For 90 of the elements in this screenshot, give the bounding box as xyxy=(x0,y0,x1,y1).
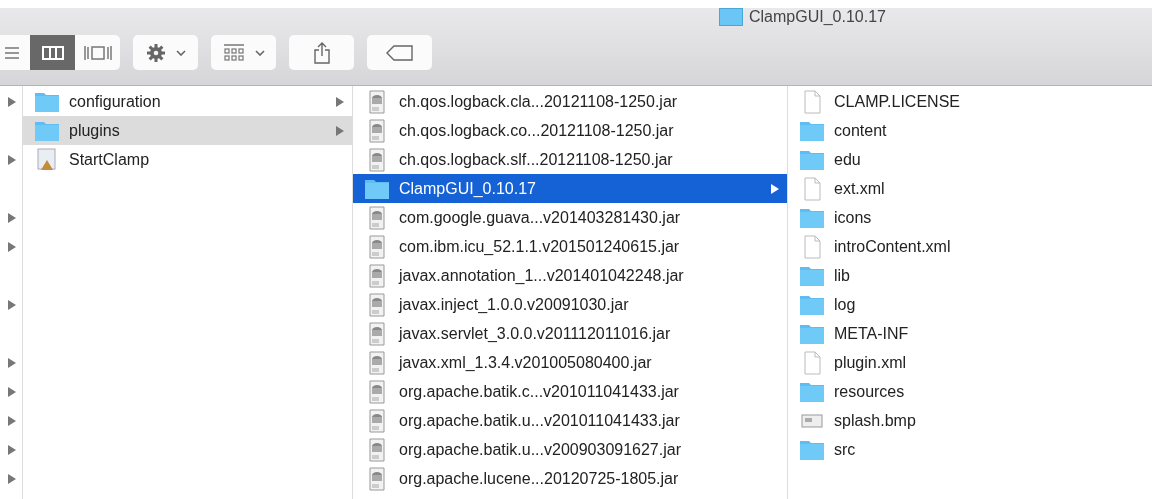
file-name: lib xyxy=(834,266,851,285)
file-row[interactable]: resources xyxy=(788,377,1152,406)
file-row[interactable]: ch.qos.logback.slf...20121108-1250.jar xyxy=(353,145,787,174)
disclosure-arrow-icon[interactable] xyxy=(8,415,16,426)
file-name: CLAMP.LICENSE xyxy=(834,92,961,111)
file-row[interactable]: plugins xyxy=(23,116,352,145)
window-title: ClampGUI_0.10.17 xyxy=(749,8,886,26)
file-row[interactable]: content xyxy=(788,116,1152,145)
file-row[interactable]: javax.annotation_1...v201401042248.jar xyxy=(353,261,787,290)
file-name: com.google.guava...v201403281430.jar xyxy=(399,208,682,227)
file-row[interactable]: org.apache.batik.c...v201011041433.jar xyxy=(353,377,787,406)
disclosure-arrow-icon[interactable] xyxy=(8,444,16,455)
file-row[interactable]: javax.xml_1.3.4.v201005080400.jar xyxy=(353,348,787,377)
file-row[interactable]: CLAMP.LICENSE xyxy=(788,87,1152,116)
file-name: ch.qos.logback.co...20121108-1250.jar xyxy=(399,121,675,140)
file-name: StartClamp xyxy=(69,150,151,169)
tag-icon xyxy=(385,44,414,61)
file-row[interactable]: plugin.xml xyxy=(788,348,1152,377)
disclosure-arrow-icon[interactable] xyxy=(8,212,16,223)
disclosure-arrow-icon[interactable] xyxy=(8,357,16,368)
file-name: plugins xyxy=(69,121,121,140)
file-name: ch.qos.logback.cla...20121108-1250.jar xyxy=(399,92,679,111)
file-name: javax.xml_1.3.4.v201005080400.jar xyxy=(399,353,653,372)
file-row[interactable]: META-INF xyxy=(788,319,1152,348)
file-name: org.apache.lucene...20120725-1805.jar xyxy=(399,469,680,488)
action-button[interactable] xyxy=(133,35,198,70)
file-row[interactable]: ext.xml xyxy=(788,174,1152,203)
file-row[interactable]: com.google.guava...v201403281430.jar xyxy=(353,203,787,232)
arrange-button[interactable] xyxy=(211,35,276,70)
disclosure-arrow-icon[interactable] xyxy=(8,241,16,252)
gear-icon xyxy=(145,42,166,63)
column-view-button[interactable] xyxy=(30,35,75,70)
disclosure-arrow-icon[interactable] xyxy=(8,473,16,484)
file-name: org.apache.batik.u...v201011041433.jar xyxy=(399,411,681,430)
file-name: META-INF xyxy=(834,324,910,343)
file-name: resources xyxy=(834,382,906,401)
file-row[interactable]: StartClamp xyxy=(23,145,352,174)
file-row[interactable]: ClampGUI_0.10.17 xyxy=(353,174,787,203)
tag-button[interactable] xyxy=(367,35,432,70)
file-name: com.ibm.icu_52.1.1.v201501240615.jar xyxy=(399,237,681,256)
file-name: javax.servlet_3.0.0.v201112011016.jar xyxy=(399,324,672,343)
file-row[interactable]: configuration xyxy=(23,87,352,116)
file-row[interactable]: com.ibm.icu_52.1.1.v201501240615.jar xyxy=(353,232,787,261)
file-name: content xyxy=(834,121,888,140)
file-name: ch.qos.logback.slf...20121108-1250.jar xyxy=(399,150,674,169)
file-name: log xyxy=(834,295,857,314)
disclosure-arrow-icon[interactable] xyxy=(8,299,16,310)
cover-flow-icon xyxy=(83,44,112,61)
file-row[interactable]: lib xyxy=(788,261,1152,290)
file-name: icons xyxy=(834,208,873,227)
disclosure-arrow-icon xyxy=(336,96,344,107)
file-name: javax.annotation_1...v201401042248.jar xyxy=(399,266,685,285)
file-row[interactable]: splash.bmp xyxy=(788,406,1152,435)
grid-icon xyxy=(222,42,245,63)
file-row[interactable]: edu xyxy=(788,145,1152,174)
file-name: introContent.xml xyxy=(834,237,952,256)
disclosure-arrow-icon[interactable] xyxy=(8,154,16,165)
file-row[interactable]: ch.qos.logback.cla...20121108-1250.jar xyxy=(353,87,787,116)
file-row[interactable]: introContent.xml xyxy=(788,232,1152,261)
folder-icon xyxy=(719,8,743,26)
file-row[interactable]: org.apache.lucene...20120725-1805.jar xyxy=(353,464,787,493)
list-icon xyxy=(5,45,19,60)
file-row[interactable]: javax.inject_1.0.0.v20091030.jar xyxy=(353,290,787,319)
file-name: org.apache.batik.u...v200903091627.jar xyxy=(399,440,682,459)
file-name: ClampGUI_0.10.17 xyxy=(399,179,537,198)
file-row[interactable]: javax.servlet_3.0.0.v201112011016.jar xyxy=(353,319,787,348)
share-icon xyxy=(313,41,330,64)
application-icon xyxy=(35,147,59,172)
file-row[interactable]: log xyxy=(788,290,1152,319)
file-name: src xyxy=(834,440,857,459)
file-row[interactable]: icons xyxy=(788,203,1152,232)
disclosure-arrow-icon[interactable] xyxy=(8,386,16,397)
columns-icon xyxy=(41,45,64,60)
disclosure-arrow-icon xyxy=(336,125,344,136)
caret-icon xyxy=(175,49,186,56)
file-row[interactable]: src xyxy=(788,435,1152,464)
file-name: org.apache.batik.c...v201011041433.jar xyxy=(399,382,680,401)
file-name: plugin.xml xyxy=(834,353,908,372)
file-name: ext.xml xyxy=(834,179,886,198)
file-name: splash.bmp xyxy=(834,411,917,430)
file-name: javax.inject_1.0.0.v20091030.jar xyxy=(399,295,630,314)
file-row[interactable]: org.apache.batik.u...v200903091627.jar xyxy=(353,435,787,464)
share-button[interactable] xyxy=(289,35,354,70)
file-name: configuration xyxy=(69,92,162,111)
disclosure-arrow-icon xyxy=(771,183,779,194)
file-row[interactable]: org.apache.batik.u...v201011041433.jar xyxy=(353,406,787,435)
disclosure-arrow-icon[interactable] xyxy=(8,96,16,107)
file-name: edu xyxy=(834,150,862,169)
file-row[interactable]: ch.qos.logback.co...20121108-1250.jar xyxy=(353,116,787,145)
caret-icon xyxy=(254,49,265,56)
